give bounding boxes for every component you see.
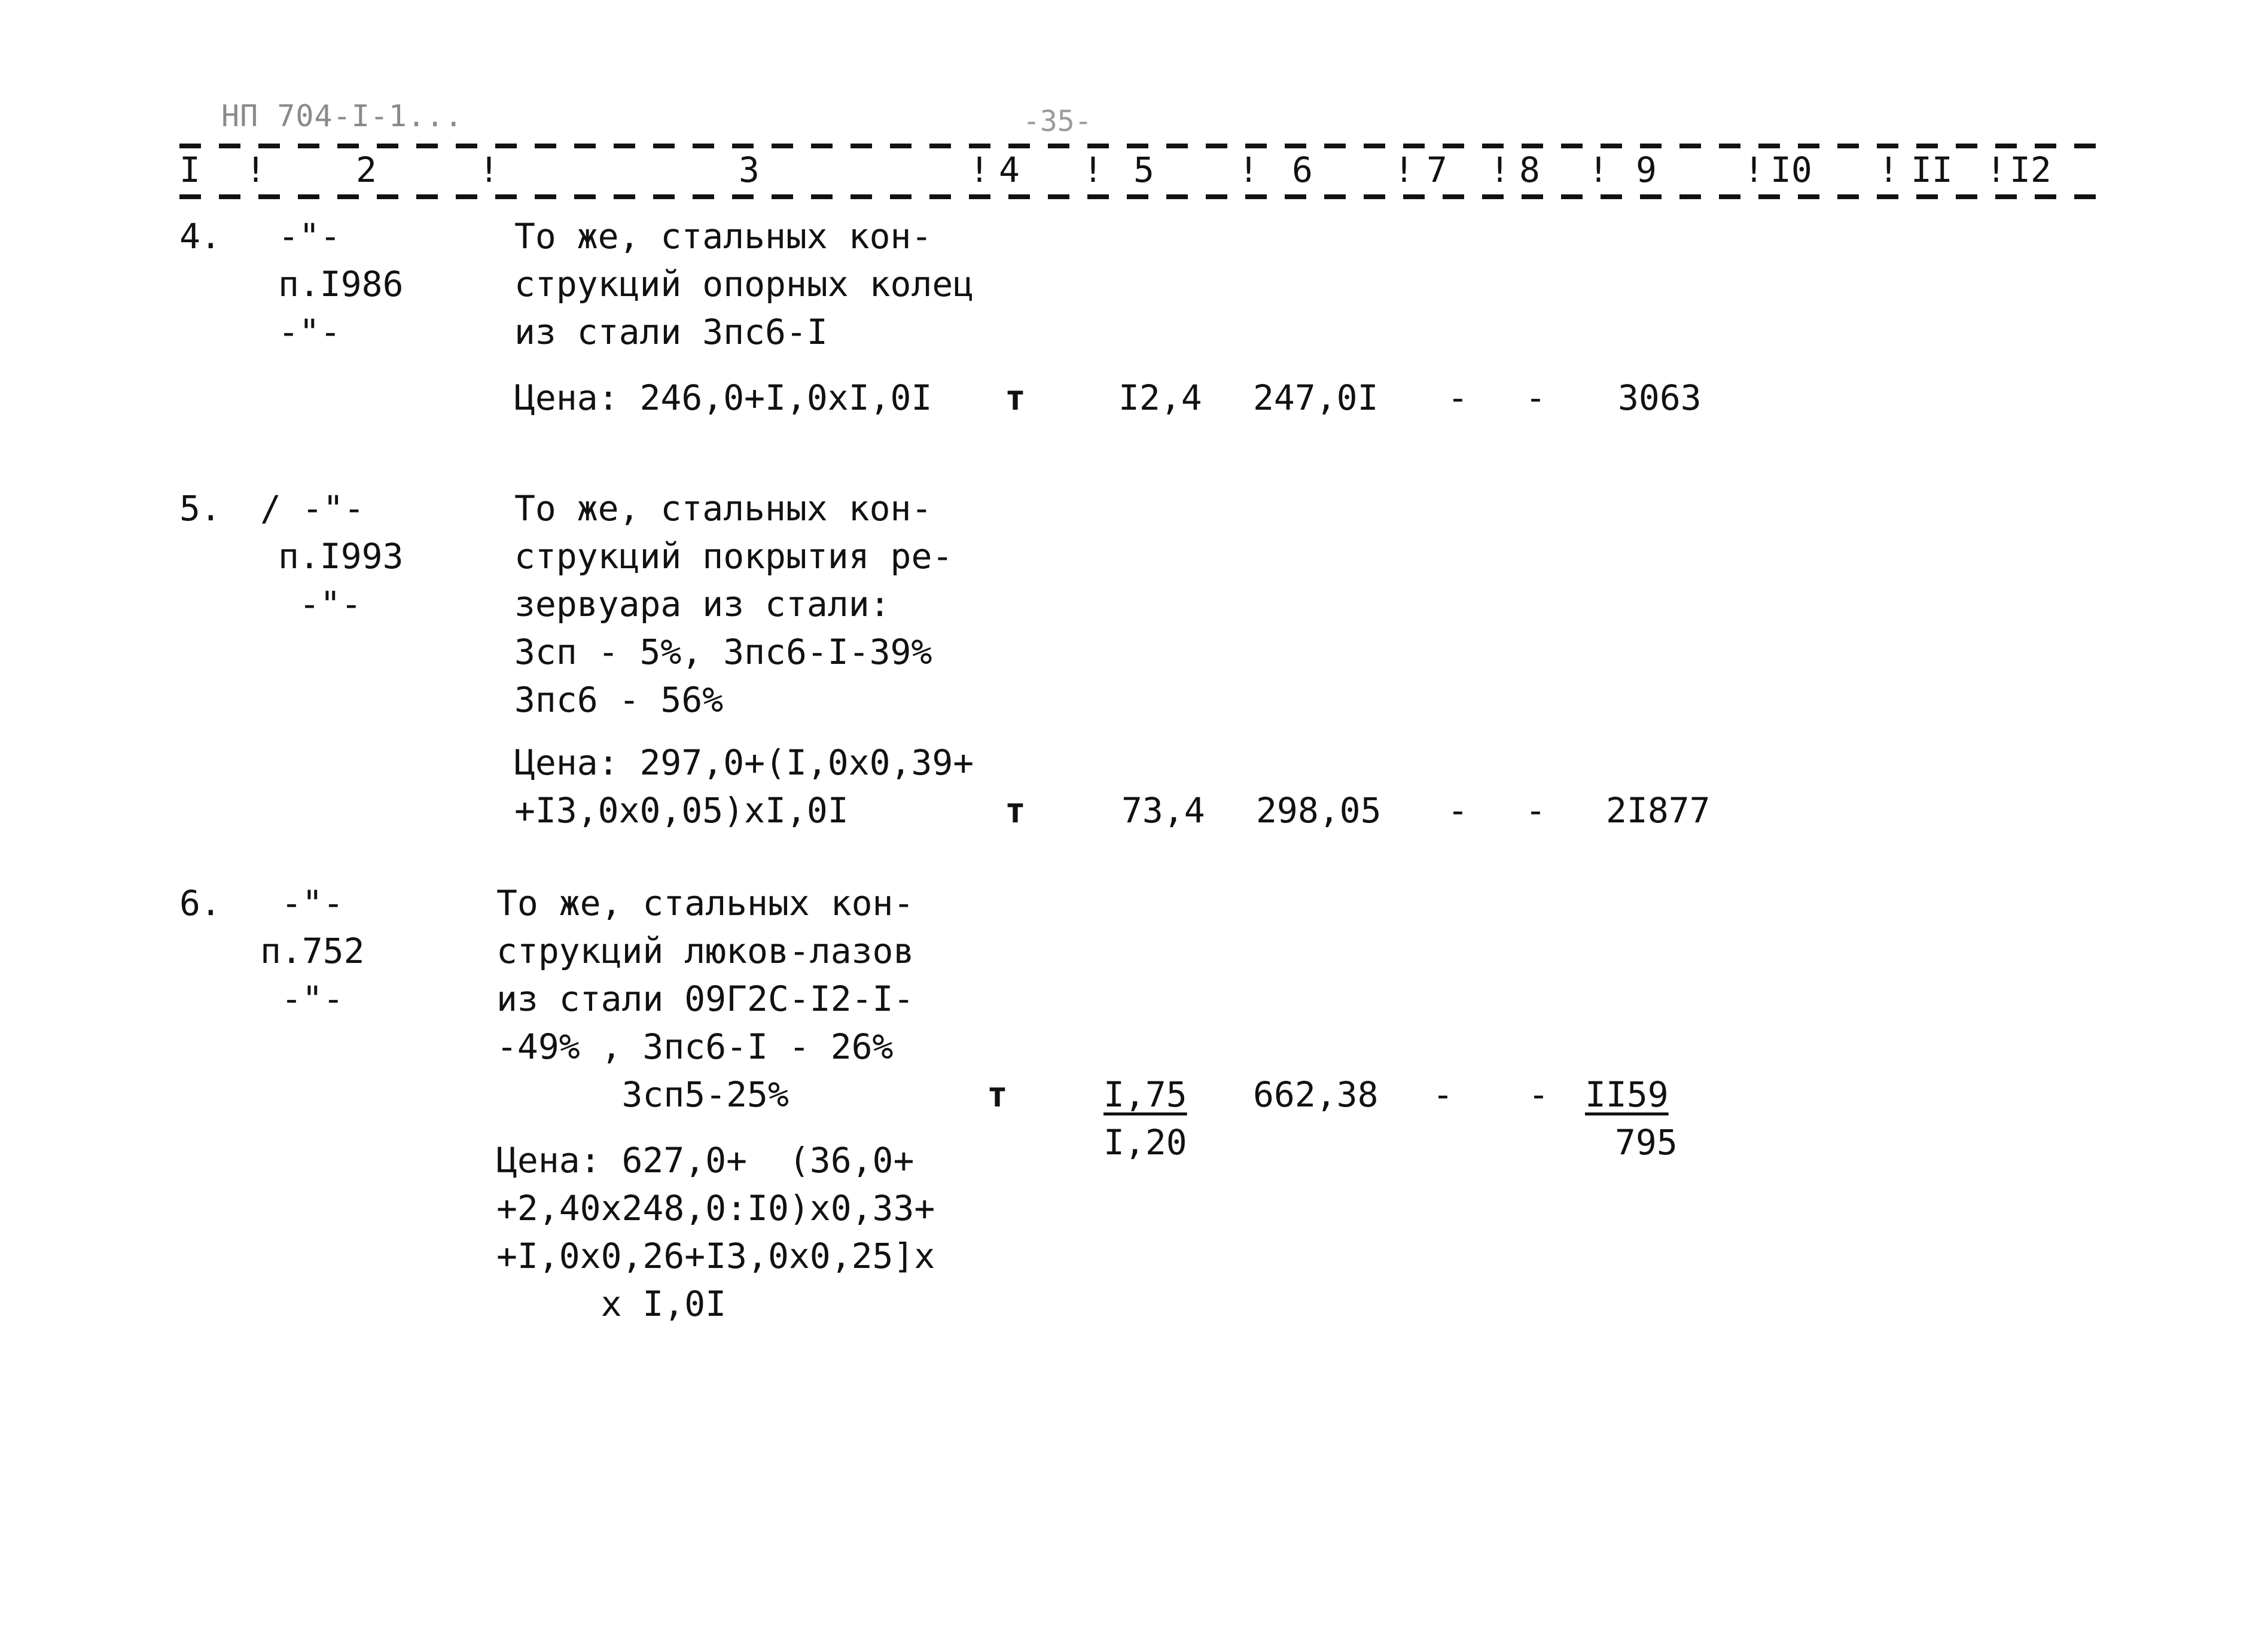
row-desc-line: То же, стальных кон- [496, 883, 914, 923]
col-separator: ! [1394, 150, 1415, 190]
row-total: 3063 [1618, 377, 1702, 418]
row-desc-line: То же, стальных кон- [514, 216, 932, 257]
row-quantity-secondary: I,20 [1103, 1122, 1187, 1163]
row-price-line: x I,0I [496, 1284, 727, 1324]
row-price-line: +2,40x248,0:I0)x0,33+ [496, 1188, 935, 1228]
row-unit: т [1005, 790, 1026, 831]
col-separator: ! [1238, 150, 1259, 190]
row-unit-price: 662,38 [1253, 1074, 1379, 1115]
row-col8: - [1525, 790, 1546, 831]
col-header-6: 6 [1292, 150, 1313, 190]
row-desc-line: 3пс6 - 56% [514, 679, 724, 720]
col-separator: ! [1986, 150, 2007, 190]
row-col7: - [1447, 790, 1468, 831]
col-header-2: 2 [356, 150, 377, 190]
row-total: II59 [1585, 1074, 1669, 1115]
col-header-8: 8 [1519, 150, 1540, 190]
col-header-7: 7 [1426, 150, 1447, 190]
row-quantity: I2,4 [1118, 377, 1202, 418]
row-unit-price: 298,05 [1256, 790, 1382, 831]
row-unit: т [1005, 377, 1026, 418]
col-header-3: 3 [739, 150, 760, 190]
row-price-line: +I3,0x0,05)xI,0I [514, 790, 849, 831]
row-price-line: Цена: 627,0+ (36,0+ [496, 1140, 914, 1181]
col-header-1: I [179, 150, 200, 190]
row-quantity: I,75 [1103, 1074, 1187, 1115]
row-ref-line: -"- [281, 883, 344, 923]
row-desc-line: 3сп5-25% [496, 1074, 789, 1115]
row-quantity: 73,4 [1121, 790, 1205, 831]
row-number: 4. [179, 216, 221, 257]
row-desc-line: из стали 3пс6-I [514, 312, 828, 352]
col-header-10: I0 [1770, 150, 1812, 190]
row-ref-line: -"- [278, 216, 341, 257]
row-desc-line: зервуара из стали: [514, 584, 891, 624]
col-header-9: 9 [1636, 150, 1657, 190]
col-separator: ! [478, 150, 499, 190]
row-desc-line: из стали 09Г2С-I2-I- [496, 978, 914, 1019]
page-number: -35- [1023, 105, 1092, 138]
row-col7: - [1447, 377, 1468, 418]
row-number: 6. [179, 883, 221, 923]
row-total-secondary: 795 [1615, 1122, 1678, 1163]
header-top-rule [179, 144, 2105, 148]
row-ref-line: п.I993 [278, 536, 404, 577]
row-unit: т [987, 1074, 1008, 1115]
row-number: 5. [179, 488, 221, 529]
row-ref-line: п.752 [260, 931, 365, 971]
col-separator: ! [1588, 150, 1609, 190]
col-separator: ! [1743, 150, 1764, 190]
row-col8: - [1528, 1074, 1549, 1115]
row-price-line: +I,0x0,26+I3,0x0,25]x [496, 1236, 935, 1276]
row-desc-line: То же, стальных кон- [514, 488, 932, 529]
row-col7: - [1432, 1074, 1453, 1115]
col-separator: ! [1489, 150, 1510, 190]
row-total: 2I877 [1606, 790, 1711, 831]
col-header-4: 4 [999, 150, 1020, 190]
row-desc-line: струкций покрытия ре- [514, 536, 953, 577]
row-ref-line: / -"- [260, 488, 365, 529]
row-ref-line: п.I986 [278, 264, 404, 304]
col-header-12: I2 [2010, 150, 2051, 190]
row-unit-price: 247,0I [1253, 377, 1379, 418]
col-header-11: II [1911, 150, 1953, 190]
row-ref-line: -"- [299, 584, 362, 624]
header-bottom-rule [179, 194, 2105, 199]
row-price-line: Цена: 297,0+(I,0x0,39+ [514, 742, 974, 783]
col-separator: ! [1083, 150, 1103, 190]
col-separator: ! [245, 150, 266, 190]
row-ref-line: -"- [281, 978, 344, 1019]
row-desc-line: струкций опорных колец [514, 264, 974, 304]
col-separator: ! [1878, 150, 1899, 190]
row-desc-line: струкций люков-лазов [496, 931, 914, 971]
col-header-5: 5 [1133, 150, 1154, 190]
col-separator: ! [969, 150, 990, 190]
row-ref-line: -"- [278, 312, 341, 352]
document-code: НП 704-I-1... [221, 99, 464, 133]
document-page: НП 704-I-1... -35- I 2 3 4 5 6 7 8 9 I0 … [0, 0, 2268, 1634]
row-desc-line: -49% , 3пс6-I - 26% [496, 1026, 894, 1067]
row-price-line: Цена: 246,0+I,0xI,0I [514, 377, 932, 418]
row-col8: - [1525, 377, 1546, 418]
row-desc-line: 3сп - 5%, 3пс6-I-39% [514, 632, 932, 672]
